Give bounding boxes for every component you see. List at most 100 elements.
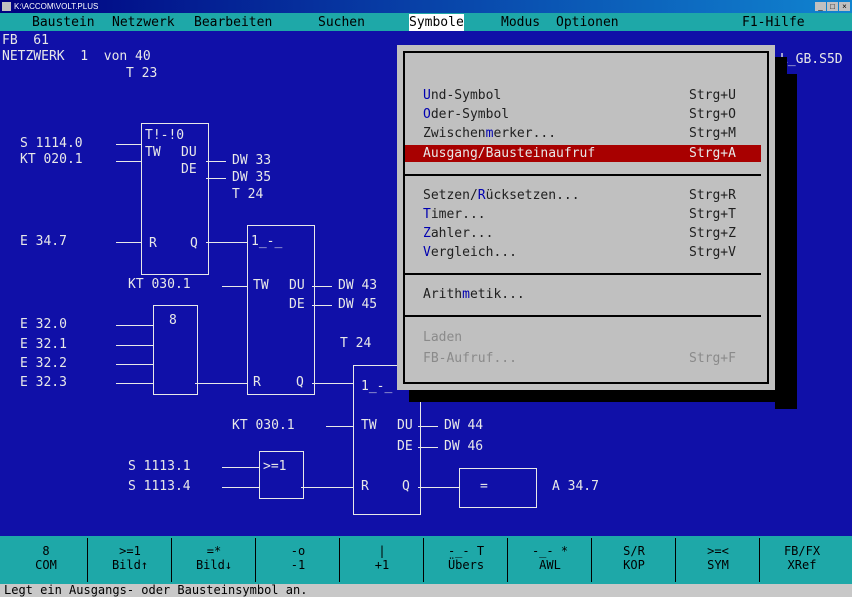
wire xyxy=(222,286,248,287)
hotkey: V xyxy=(423,245,431,260)
item-label: usgang/Bausteinaufruf xyxy=(430,146,596,161)
wire xyxy=(206,161,226,162)
minimize-button[interactable]: _ xyxy=(815,2,826,11)
fbd-timer-box[interactable] xyxy=(247,225,315,395)
dos-screen: Baustein Netzwerk Bearbeiten Suchen Symb… xyxy=(0,13,852,597)
pin-label: DU xyxy=(181,145,197,160)
menu-separator xyxy=(405,273,761,275)
fkey-com[interactable]: 8 COM xyxy=(4,536,88,584)
wire xyxy=(418,426,438,427)
app-icon xyxy=(2,2,11,11)
fkey-top-label: -o xyxy=(290,544,306,558)
operand-label: DW 33 xyxy=(232,153,272,168)
menu-item-oder-symbol[interactable]: Oder-Symbol Strg+O xyxy=(405,106,761,123)
output-operand: A 34.7 xyxy=(552,479,599,494)
fkey-xref[interactable]: FB/FX XRef xyxy=(760,536,844,584)
fkey-bild-up[interactable]: >=1 Bild↑ xyxy=(88,536,172,584)
hotkey: U xyxy=(423,88,431,103)
menu-separator xyxy=(405,315,761,317)
item-label: Arith xyxy=(423,287,463,302)
operand-label: DW 46 xyxy=(444,439,484,454)
operand-label: E 32.0 xyxy=(20,317,67,332)
item-label: B-Aufruf... xyxy=(430,351,517,366)
operand-label: S 1113.1 xyxy=(128,459,191,474)
timer-type: 1_-_ xyxy=(251,234,283,249)
fkey-bottom-label: XRef xyxy=(787,558,817,572)
fkey-sym[interactable]: >=< SYM xyxy=(676,536,760,584)
or-symbol: >=1 xyxy=(263,459,287,474)
item-label: aden xyxy=(430,330,463,345)
item-label: erker... xyxy=(493,126,557,141)
menu-bar: Baustein Netzwerk Bearbeiten Suchen Symb… xyxy=(0,13,852,31)
menu-symbole[interactable]: Symbole xyxy=(409,14,464,31)
wire xyxy=(326,426,354,427)
fkey-kop[interactable]: S/R KOP xyxy=(592,536,676,584)
maximize-button[interactable]: □ xyxy=(827,2,838,11)
shortcut: Strg+O xyxy=(689,107,736,122)
menu-bearbeiten[interactable]: Bearbeiten xyxy=(194,14,272,31)
symbole-dropdown: Und-Symbol Strg+U Oder-Symbol Strg+O Zwisc… xyxy=(397,45,775,390)
menu-item-ausgang-bausteinaufruf[interactable]: Ausgang/Bausteinaufruf Strg+A xyxy=(405,145,761,162)
operand-label: E 32.2 xyxy=(20,356,67,371)
pin-label: Q xyxy=(402,479,410,494)
shortcut: Strg+R xyxy=(689,188,736,203)
wire xyxy=(312,286,332,287)
pin-label: TW xyxy=(253,278,269,293)
menu-item-laden: Laden xyxy=(405,329,761,346)
menu-item-setzen-ruecksetzen[interactable]: Setzen/Rücksetzen... Strg+R xyxy=(405,187,761,204)
hotkey: m xyxy=(462,287,470,302)
menu-modus[interactable]: Modus xyxy=(501,14,540,31)
menu-netzwerk[interactable]: Netzwerk xyxy=(112,14,175,31)
fkey-bottom-label: COM xyxy=(35,558,57,572)
wire xyxy=(312,305,332,306)
menu-item-und-symbol[interactable]: Und-Symbol Strg+U xyxy=(405,87,761,104)
close-button[interactable]: × xyxy=(839,2,850,11)
fkey-minus1[interactable]: -o -1 xyxy=(256,536,340,584)
fkey-uebers[interactable]: -_- T Übers xyxy=(424,536,508,584)
wire xyxy=(418,447,438,448)
fbd-assign-box[interactable] xyxy=(459,468,537,508)
menu-item-vergleich[interactable]: Vergleich... Strg+V xyxy=(405,244,761,261)
menu-optionen[interactable]: Optionen xyxy=(556,14,619,31)
fkey-bottom-label: Bild↑ xyxy=(111,558,149,572)
shortcut: Strg+V xyxy=(689,245,736,260)
operand-label: S 1113.4 xyxy=(128,479,191,494)
hotkey: L xyxy=(423,330,431,345)
item-label: ahler... xyxy=(430,226,494,241)
fkey-plus1[interactable]: | +1 xyxy=(340,536,424,584)
operand-label: DW 35 xyxy=(232,170,272,185)
shortcut: Strg+M xyxy=(689,126,736,141)
operand-label: KT 030.1 xyxy=(128,277,191,292)
wire xyxy=(116,242,142,243)
help-hint[interactable]: F1-Hilfe xyxy=(742,14,805,31)
assign-symbol: = xyxy=(480,479,488,494)
item-label: der-Symbol xyxy=(430,107,510,122)
menu-item-arithmetik[interactable]: Arithmetik... xyxy=(405,286,761,303)
hotkey: R xyxy=(477,188,486,203)
wire xyxy=(116,383,154,384)
fkey-bottom-label: -1 xyxy=(290,558,306,572)
operand-label: E 34.7 xyxy=(20,234,67,249)
window-titlebar: K:\ACCOM\VOLT.PLUS _ □ × xyxy=(0,0,852,13)
wire xyxy=(116,144,142,145)
fkey-top-label: 8 xyxy=(42,544,50,558)
item-label: imer... xyxy=(430,207,486,222)
pin-label: Q xyxy=(190,236,198,251)
pin-label: R xyxy=(149,236,157,251)
fkey-bottom-label: Bild↓ xyxy=(195,558,233,572)
timer-label: T 24 xyxy=(232,187,264,202)
timer-label: T 23 xyxy=(126,66,158,81)
fkey-awl[interactable]: -_- * AWL xyxy=(508,536,592,584)
menu-baustein[interactable]: Baustein xyxy=(32,14,95,31)
hotkey: O xyxy=(423,107,431,122)
hotkey: F xyxy=(423,351,431,366)
wire xyxy=(418,487,460,488)
menu-item-zahler[interactable]: Zahler... Strg+Z xyxy=(405,225,761,242)
fkey-bottom-label: Übers xyxy=(447,558,485,572)
menu-item-zwischenmerker[interactable]: Zwischenmerker... Strg+M xyxy=(405,125,761,142)
fkey-bild-down[interactable]: =* Bild↓ xyxy=(172,536,256,584)
menu-suchen[interactable]: Suchen xyxy=(318,14,365,31)
menu-item-timer[interactable]: Timer... Strg+T xyxy=(405,206,761,223)
menu-separator xyxy=(405,174,761,176)
wire xyxy=(206,178,226,179)
